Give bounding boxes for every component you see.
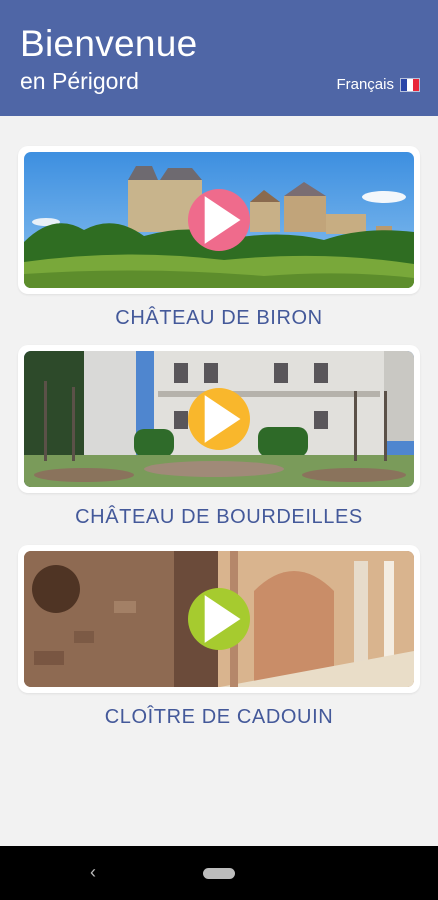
- language-selector[interactable]: Français: [336, 76, 420, 93]
- card-cloitre-de-cadouin[interactable]: CLOÎTRE DE CADOUIN: [18, 545, 420, 729]
- play-icon: [204, 395, 241, 443]
- french-flag-icon: [400, 77, 420, 92]
- chateau-de-bourdeilles-image: [24, 351, 414, 487]
- system-nav-bar: ‹: [0, 846, 438, 900]
- card-title: CHÂTEAU DE BOURDEILLES: [75, 506, 363, 528]
- back-icon[interactable]: ‹: [90, 862, 108, 882]
- play-icon: [204, 196, 241, 244]
- play-icon: [204, 595, 241, 643]
- card-chateau-de-bourdeilles[interactable]: CHÂTEAU DE BOURDEILLES: [18, 345, 420, 529]
- play-button[interactable]: [188, 588, 250, 650]
- home-pill-icon[interactable]: [203, 868, 235, 879]
- page-subtitle: en Périgord: [20, 68, 139, 94]
- card-title: CHÂTEAU DE BIRON: [115, 307, 323, 329]
- card-frame: [18, 545, 420, 693]
- language-label: Français: [336, 76, 394, 93]
- page-title: Bienvenue: [20, 23, 198, 64]
- chateau-de-biron-image: [24, 152, 414, 288]
- card-title: CLOÎTRE DE CADOUIN: [104, 706, 334, 728]
- card-frame: [18, 345, 420, 493]
- play-button[interactable]: [188, 189, 250, 251]
- play-button[interactable]: [188, 388, 250, 450]
- card-frame: [18, 146, 420, 294]
- app-header: Bienvenue en Périgord Français: [0, 0, 438, 116]
- cloitre-de-cadouin-image: [24, 551, 414, 687]
- card-chateau-de-biron[interactable]: CHÂTEAU DE BIRON: [18, 146, 420, 330]
